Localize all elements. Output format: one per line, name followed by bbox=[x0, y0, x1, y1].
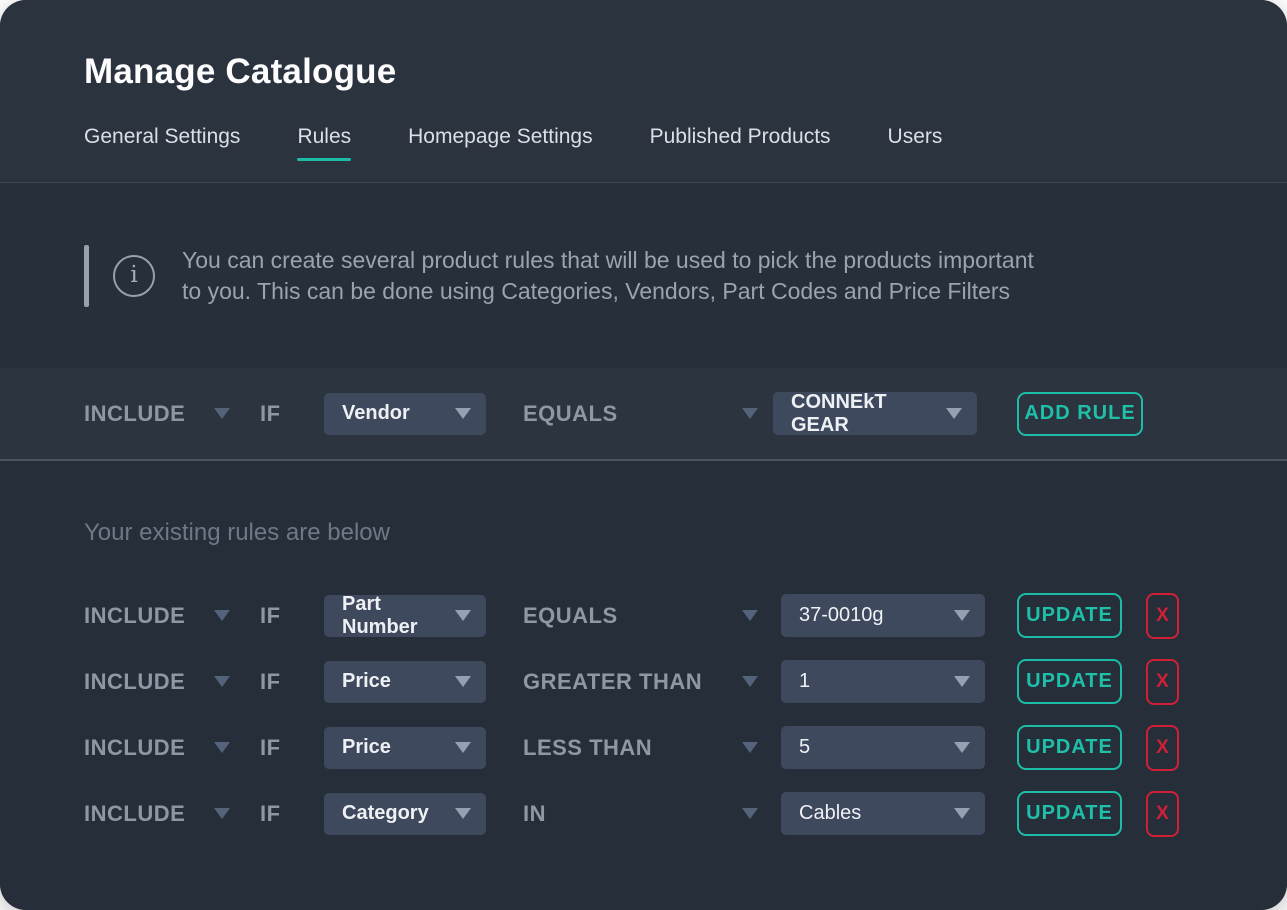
tab-users[interactable]: Users bbox=[888, 125, 943, 161]
operator-dropdown[interactable]: EQUALS bbox=[523, 401, 758, 427]
include-dropdown[interactable]: INCLUDE bbox=[84, 603, 230, 629]
update-button[interactable]: UPDATE bbox=[1017, 725, 1122, 770]
field-dropdown[interactable]: Part Number bbox=[324, 595, 486, 637]
chevron-down-icon bbox=[455, 742, 471, 753]
include-dropdown[interactable]: INCLUDE bbox=[84, 401, 230, 427]
update-button[interactable]: UPDATE bbox=[1017, 659, 1122, 704]
include-dropdown[interactable]: INCLUDE bbox=[84, 669, 230, 695]
rule-builder: INCLUDE IF Vendor EQUALS CONNEkT GEAR AD… bbox=[0, 368, 1287, 461]
value-dropdown[interactable]: 1 bbox=[781, 660, 985, 703]
tab-rules[interactable]: Rules bbox=[297, 125, 351, 161]
operator-label: EQUALS bbox=[523, 401, 618, 427]
chevron-down-icon bbox=[742, 610, 758, 621]
field-dropdown[interactable]: Price bbox=[324, 727, 486, 769]
tab-homepage-settings[interactable]: Homepage Settings bbox=[408, 125, 592, 161]
if-label: IF bbox=[260, 401, 288, 427]
field-dropdown[interactable]: Vendor bbox=[324, 393, 486, 435]
existing-rules-list: INCLUDE IF Part Number EQUALS 37-0010g U… bbox=[0, 593, 1287, 836]
if-label: IF bbox=[260, 801, 288, 827]
chevron-down-icon bbox=[455, 808, 471, 819]
value-dropdown[interactable]: Cables bbox=[781, 792, 985, 835]
tab-published-products[interactable]: Published Products bbox=[650, 125, 831, 161]
chevron-down-icon bbox=[214, 676, 230, 687]
chevron-down-icon bbox=[954, 610, 970, 621]
include-dropdown[interactable]: INCLUDE bbox=[84, 801, 230, 827]
chevron-down-icon bbox=[455, 610, 471, 621]
chevron-down-icon bbox=[214, 408, 230, 419]
info-circle-icon: i bbox=[113, 255, 155, 297]
manage-catalogue-panel: Manage Catalogue General Settings Rules … bbox=[0, 0, 1287, 910]
operator-dropdown[interactable]: LESS THAN bbox=[523, 735, 758, 761]
header: Manage Catalogue General Settings Rules … bbox=[0, 0, 1287, 183]
chevron-down-icon bbox=[946, 408, 962, 419]
add-rule-button[interactable]: ADD RULE bbox=[1017, 392, 1143, 436]
delete-rule-button[interactable]: X bbox=[1146, 659, 1179, 705]
field-dropdown[interactable]: Category bbox=[324, 793, 486, 835]
if-label: IF bbox=[260, 603, 288, 629]
chevron-down-icon bbox=[954, 742, 970, 753]
include-label: INCLUDE bbox=[84, 401, 185, 427]
delete-rule-button[interactable]: X bbox=[1146, 593, 1179, 639]
update-button[interactable]: UPDATE bbox=[1017, 593, 1122, 638]
tab-general-settings[interactable]: General Settings bbox=[84, 125, 240, 161]
existing-rules-section: Your existing rules are below INCLUDE IF… bbox=[0, 461, 1287, 910]
chevron-down-icon bbox=[455, 676, 471, 687]
chevron-down-icon bbox=[742, 742, 758, 753]
value-dropdown[interactable]: 5 bbox=[781, 726, 985, 769]
info-text-line2: to you. This can be done using Categorie… bbox=[182, 276, 1034, 307]
operator-dropdown[interactable]: EQUALS bbox=[523, 603, 758, 629]
value-dropdown[interactable]: CONNEkT GEAR bbox=[773, 392, 977, 435]
existing-rules-heading: Your existing rules are below bbox=[0, 517, 1287, 549]
chevron-down-icon bbox=[214, 742, 230, 753]
info-accent-bar bbox=[84, 245, 89, 307]
operator-dropdown[interactable]: IN bbox=[523, 801, 758, 827]
rule-row: INCLUDE IF Part Number EQUALS 37-0010g U… bbox=[0, 593, 1287, 638]
delete-rule-button[interactable]: X bbox=[1146, 725, 1179, 771]
if-label: IF bbox=[260, 669, 288, 695]
chevron-down-icon bbox=[214, 610, 230, 621]
chevron-down-icon bbox=[455, 408, 471, 419]
chevron-down-icon bbox=[954, 676, 970, 687]
update-button[interactable]: UPDATE bbox=[1017, 791, 1122, 836]
chevron-down-icon bbox=[742, 676, 758, 687]
value-dropdown[interactable]: 37-0010g bbox=[781, 594, 985, 637]
if-label: IF bbox=[260, 735, 288, 761]
field-dropdown[interactable]: Price bbox=[324, 661, 486, 703]
page-title: Manage Catalogue bbox=[84, 52, 1287, 92]
info-text-line1: You can create several product rules tha… bbox=[182, 245, 1034, 276]
rule-row: INCLUDE IF Price LESS THAN 5 UPDATE X bbox=[0, 725, 1287, 770]
chevron-down-icon bbox=[742, 808, 758, 819]
operator-dropdown[interactable]: GREATER THAN bbox=[523, 669, 758, 695]
rule-builder-row: INCLUDE IF Vendor EQUALS CONNEkT GEAR AD… bbox=[0, 367, 1287, 460]
chevron-down-icon bbox=[742, 408, 758, 419]
include-dropdown[interactable]: INCLUDE bbox=[84, 735, 230, 761]
rule-row: INCLUDE IF Price GREATER THAN 1 UPDATE bbox=[0, 659, 1287, 704]
rule-row: INCLUDE IF Category IN Cables UPDATE X bbox=[0, 791, 1287, 836]
chevron-down-icon bbox=[954, 808, 970, 819]
tab-bar: General Settings Rules Homepage Settings… bbox=[84, 125, 1287, 161]
chevron-down-icon bbox=[214, 808, 230, 819]
info-text: You can create several product rules tha… bbox=[182, 245, 1034, 307]
delete-rule-button[interactable]: X bbox=[1146, 791, 1179, 837]
info-banner: i You can create several product rules t… bbox=[0, 183, 1287, 368]
